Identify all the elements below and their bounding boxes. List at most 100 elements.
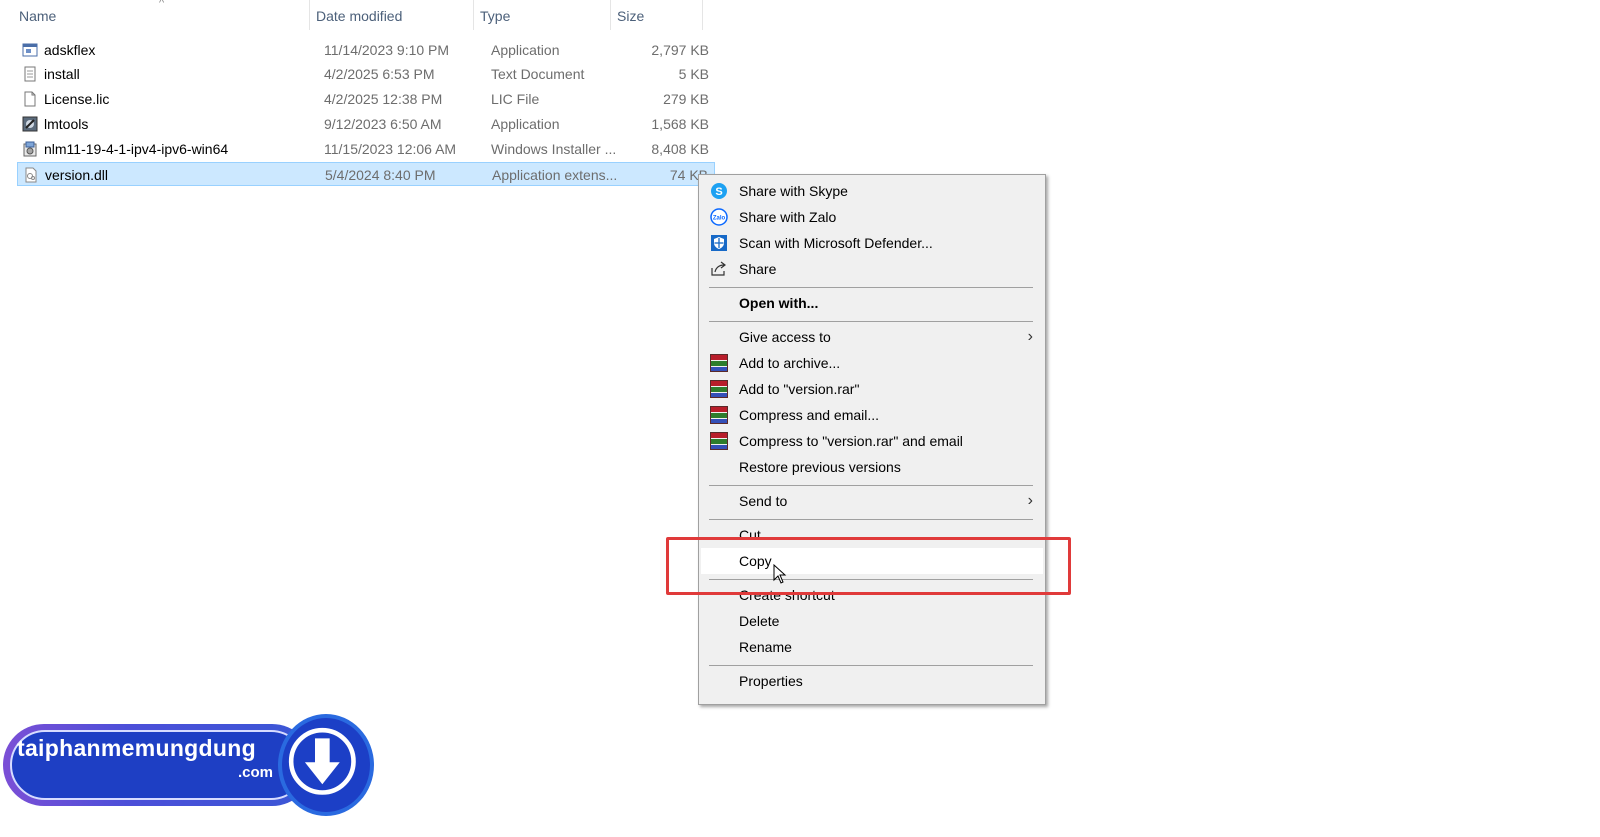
file-date: 4/2/2025 12:38 PM	[324, 91, 443, 107]
file-date: 11/15/2023 12:06 AM	[324, 141, 457, 157]
text-document-icon	[24, 66, 36, 82]
file-type: LIC File	[491, 91, 540, 107]
menu-item-label: Scan with Microsoft Defender...	[739, 235, 933, 251]
menu-item-open-with[interactable]: Open with...	[701, 290, 1043, 316]
winrar-icon	[710, 406, 728, 424]
menu-separator	[709, 485, 1033, 486]
menu-item-label: Rename	[739, 639, 792, 655]
sort-ascending-icon: ^	[159, 0, 165, 9]
menu-item-delete[interactable]: Delete	[701, 608, 1043, 634]
menu-item-label: Compress to "version.rar" and email	[739, 433, 963, 449]
blank-file-icon	[24, 91, 36, 107]
share-icon	[711, 261, 726, 276]
menu-item-send-to[interactable]: Send to ›	[701, 488, 1043, 514]
file-name: adskflex	[44, 42, 96, 58]
logo-tld-text: .com	[238, 764, 274, 781]
menu-item-scan-defender[interactable]: Scan with Microsoft Defender...	[701, 230, 1043, 256]
svg-text:S: S	[715, 186, 722, 198]
lmtools-app-icon	[22, 116, 38, 132]
winrar-icon	[710, 354, 728, 372]
column-header-name[interactable]: Name	[19, 0, 56, 32]
zalo-icon: Zalo	[710, 208, 728, 226]
column-header-bar: Name ^ Date modified Type Size	[0, 0, 720, 32]
column-header-type[interactable]: Type	[480, 0, 510, 32]
file-type: Application	[491, 116, 560, 132]
file-size: 5 KB	[678, 66, 709, 82]
menu-item-share-skype[interactable]: S Share with Skype	[701, 178, 1043, 204]
file-type: Windows Installer ...	[491, 141, 617, 157]
submenu-chevron-icon: ›	[1027, 492, 1033, 509]
file-size: 8,408 KB	[651, 141, 709, 157]
defender-shield-icon	[711, 235, 727, 251]
menu-item-label: Share with Zalo	[739, 209, 837, 225]
file-date: 4/2/2025 6:53 PM	[324, 66, 435, 82]
installer-icon	[23, 141, 37, 157]
file-row-install[interactable]: install 4/2/2025 6:53 PM Text Document 5…	[17, 62, 715, 86]
column-divider[interactable]	[309, 0, 310, 30]
mouse-cursor-icon	[773, 564, 787, 584]
file-name: lmtools	[44, 116, 89, 132]
menu-item-label: Delete	[739, 613, 780, 629]
menu-separator	[709, 665, 1033, 666]
context-menu: S Share with Skype Zalo Share with Zalo …	[698, 174, 1046, 705]
menu-item-label: Add to archive...	[739, 355, 841, 371]
file-date: 5/4/2024 8:40 PM	[325, 167, 436, 183]
menu-item-label: Compress and email...	[739, 407, 880, 423]
file-size: 74 KB	[669, 167, 708, 183]
file-row-lmtools[interactable]: lmtools 9/12/2023 6:50 AM Application 1,…	[17, 112, 715, 136]
file-name: install	[44, 66, 80, 82]
file-row-license[interactable]: License.lic 4/2/2025 12:38 PM LIC File 2…	[17, 87, 715, 111]
dll-file-icon	[25, 167, 37, 183]
menu-item-label: Open with...	[739, 295, 819, 311]
file-type: Application	[491, 42, 560, 58]
file-explorer-view: Name ^ Date modified Type Size adskflex …	[0, 0, 1600, 837]
file-size: 1,568 KB	[651, 116, 709, 132]
menu-item-label: Share	[739, 261, 777, 277]
menu-item-label: Share with Skype	[739, 183, 848, 199]
file-type: Text Document	[491, 66, 585, 82]
column-divider[interactable]	[610, 0, 611, 30]
brand-logo: taiphanmemungdung .com	[0, 714, 375, 818]
logo-brand-text: taiphanmemungdung	[17, 735, 256, 761]
download-arrow-icon	[288, 727, 356, 795]
menu-item-compress-email[interactable]: Compress and email...	[701, 402, 1043, 428]
application-icon	[22, 43, 38, 57]
menu-item-label: Restore previous versions	[739, 459, 901, 475]
menu-item-add-to-version-rar[interactable]: Add to "version.rar"	[701, 376, 1043, 402]
column-divider[interactable]	[702, 0, 703, 30]
file-date: 11/14/2023 9:10 PM	[324, 42, 450, 58]
submenu-chevron-icon: ›	[1027, 328, 1033, 345]
menu-item-give-access[interactable]: Give access to ›	[701, 324, 1043, 350]
menu-item-properties[interactable]: Properties	[701, 668, 1043, 694]
highlight-annotation-box	[666, 537, 1071, 595]
menu-item-label: Properties	[739, 673, 803, 689]
menu-separator	[709, 519, 1033, 520]
column-header-date[interactable]: Date modified	[316, 0, 402, 32]
file-type: Application extens...	[492, 167, 618, 183]
logo-circle	[278, 714, 374, 816]
menu-item-label: Give access to	[739, 329, 831, 345]
winrar-icon	[710, 432, 728, 450]
menu-item-rename[interactable]: Rename	[701, 634, 1043, 660]
file-row-nlm-installer[interactable]: nlm11-19-4-1-ipv4-ipv6-win64 11/15/2023 …	[17, 137, 715, 161]
column-divider[interactable]	[473, 0, 474, 30]
column-header-size[interactable]: Size	[617, 0, 644, 32]
menu-item-restore-previous[interactable]: Restore previous versions	[701, 454, 1043, 480]
file-name: version.dll	[45, 167, 109, 183]
skype-icon: S	[711, 183, 727, 199]
file-row-version-dll[interactable]: version.dll 5/4/2024 8:40 PM Application…	[17, 162, 715, 186]
file-size: 2,797 KB	[651, 42, 709, 58]
menu-item-share-zalo[interactable]: Zalo Share with Zalo	[701, 204, 1043, 230]
menu-item-label: Send to	[739, 493, 788, 509]
menu-item-compress-to-rar-email[interactable]: Compress to "version.rar" and email	[701, 428, 1043, 454]
file-date: 9/12/2023 6:50 AM	[324, 116, 442, 132]
svg-text:Zalo: Zalo	[713, 216, 726, 222]
menu-item-add-to-archive[interactable]: Add to archive...	[701, 350, 1043, 376]
menu-separator	[709, 287, 1033, 288]
menu-item-share[interactable]: Share	[701, 256, 1043, 282]
file-name: nlm11-19-4-1-ipv4-ipv6-win64	[44, 141, 229, 157]
file-row-adskflex[interactable]: adskflex 11/14/2023 9:10 PM Application …	[17, 38, 715, 62]
menu-separator	[709, 321, 1033, 322]
winrar-icon	[710, 380, 728, 398]
file-name: License.lic	[44, 91, 110, 107]
